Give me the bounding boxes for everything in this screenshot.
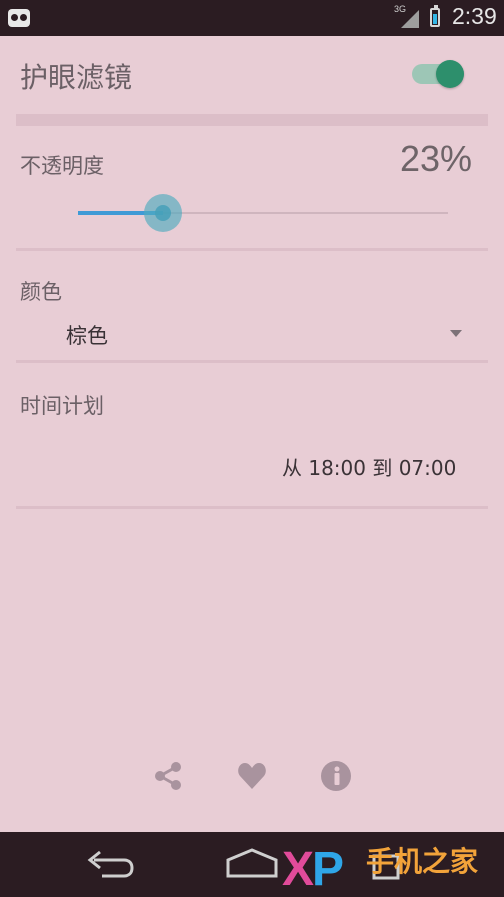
info-icon[interactable] xyxy=(320,760,352,792)
color-title: 颜色 xyxy=(20,280,62,304)
opacity-title: 不透明度 xyxy=(20,154,104,178)
signal-icon xyxy=(401,10,419,28)
section-divider xyxy=(16,248,488,251)
battery-charging-icon xyxy=(430,5,440,27)
watermark-text: 手机之家 xyxy=(366,845,479,878)
section-divider xyxy=(16,114,488,126)
section-divider xyxy=(16,506,488,509)
dropdown-arrow-icon xyxy=(450,330,462,337)
section-divider xyxy=(16,360,488,363)
toggle-thumb[interactable] xyxy=(436,60,464,88)
color-dropdown[interactable]: 棕色 xyxy=(66,318,466,350)
filter-title: 护眼滤镜 xyxy=(20,61,133,94)
heart-icon[interactable] xyxy=(236,760,268,792)
status-bar: 3G 2:39 xyxy=(0,0,504,36)
schedule-title: 时间计划 xyxy=(20,394,104,418)
home-icon[interactable] xyxy=(224,846,280,886)
slider-thumb[interactable] xyxy=(144,194,183,232)
app-notification-icon xyxy=(8,9,30,27)
share-icon[interactable] xyxy=(152,760,184,792)
watermark: XP 手机之家 xyxy=(282,838,504,897)
status-clock: 2:39 xyxy=(452,3,497,29)
watermark-logo: XP xyxy=(282,843,344,896)
back-icon[interactable] xyxy=(84,846,136,886)
opacity-value: 23% xyxy=(400,138,473,179)
schedule-range[interactable]: 从 18:00 到 07:00 xyxy=(282,452,456,481)
color-selected-value: 棕色 xyxy=(66,324,108,348)
